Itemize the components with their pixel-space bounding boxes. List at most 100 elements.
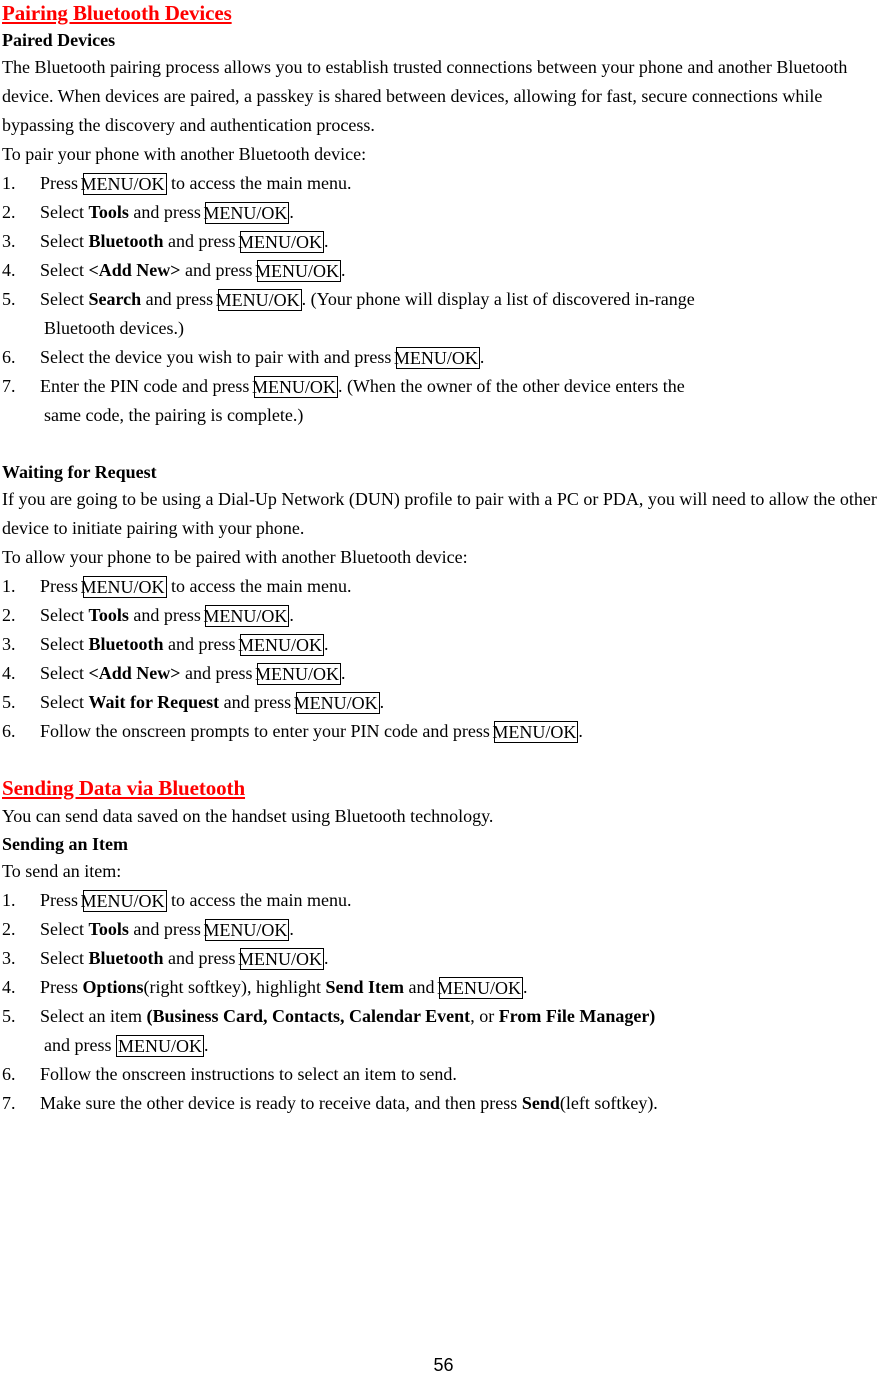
text-run: Select (40, 919, 89, 939)
text-run: , (470, 1006, 480, 1026)
list-item-number: 7. (2, 1093, 16, 1113)
list-item: 6. Select the device you wish to pair wit… (2, 343, 885, 372)
text-run: Select (40, 634, 89, 654)
list-item-text: Follow the onscreen prompts to enter you… (40, 717, 885, 746)
list-item-text: Press MENU/OK to access the main menu. (40, 886, 885, 915)
list-item: 7. Enter the PIN code and press MENU/OK. … (2, 372, 885, 401)
section-subheading: Paired Devices (2, 30, 116, 50)
key-badge-menu-ok[interactable]: MENU/OK (81, 576, 167, 598)
list-item: 6. Follow the onscreen instructions to se… (2, 1060, 885, 1089)
list-item-text: Select an item (Business Card, Contacts,… (40, 1002, 885, 1031)
text-run: . (323, 231, 329, 251)
text-run: . (203, 1035, 209, 1055)
key-badge-menu-ok[interactable]: MENU/OK (255, 260, 341, 282)
text-run: and (404, 977, 440, 997)
key-badge-menu-ok[interactable]: MENU/OK (255, 663, 341, 685)
page-content: Pairing Bluetooth Devices Paired Devices T… (2, 0, 885, 1118)
section-heading: Waiting for Request (2, 462, 157, 482)
text-run: to access the main menu. (166, 576, 352, 596)
text-run: Select (40, 260, 89, 280)
text-run: Select (40, 202, 89, 222)
instruction-list: 1. Press MENU/OK to access the main menu.… (2, 169, 885, 430)
text-run: . (479, 347, 485, 367)
list-item: 1. Press MENU/OK to access the main menu. (2, 886, 885, 915)
text-run: . (Your phone will display a list of dis… (301, 289, 695, 309)
section-heading: Sending Data via Bluetooth (2, 776, 246, 800)
emphasized-term: Tools (88, 919, 129, 939)
text-run: Press (40, 576, 83, 596)
key-badge-menu-ok[interactable]: MENU/OK (203, 202, 290, 224)
list-item: 5. Select Wait for Request and press MENU… (2, 688, 885, 717)
list-item-number: 5. (2, 1006, 16, 1026)
list-item-text: Press MENU/OK to access the main menu. (40, 169, 885, 198)
key-badge-menu-ok[interactable]: MENU/OK (115, 1035, 204, 1057)
text-run: Select (40, 289, 89, 309)
list-item-continuation: same code, the pairing is complete.) (44, 405, 304, 425)
list-item-number: 6. (2, 721, 16, 741)
key-badge-menu-ok[interactable]: MENU/OK (203, 919, 290, 941)
text-run: Press (40, 173, 83, 193)
text-run: (left softkey). (559, 1093, 658, 1113)
key-badge-menu-ok[interactable]: MENU/OK (81, 890, 167, 912)
list-item: 6. Follow the onscreen prompts to enter y… (2, 717, 885, 746)
key-badge-menu-ok[interactable]: MENU/OK (81, 173, 167, 195)
emphasized-term: (Business Card (146, 1006, 263, 1026)
list-item-number: 7. (2, 376, 16, 396)
list-item-number: 5. (2, 289, 16, 309)
emphasized-term: From File Manager) (498, 1006, 656, 1026)
text-run: Follow the onscreen prompts to enter you… (40, 721, 495, 741)
key-badge-menu-ok[interactable]: MENU/OK (238, 634, 324, 656)
text-run: . (289, 202, 294, 222)
list-item: 4. Select <Add New> and press MENU/OK. (2, 659, 885, 688)
text-run: . (When the owner of the other device en… (337, 376, 685, 396)
list-item-text: Select Search and press MENU/OK. (Your p… (40, 285, 885, 314)
key-badge-menu-ok[interactable]: MENU/OK (394, 347, 480, 369)
intro-paragraph: If you are going to be using a Dial-Up N… (2, 489, 877, 538)
section-heading: Pairing Bluetooth Devices (2, 1, 232, 25)
text-run: (right softkey), highlight (143, 977, 326, 997)
text-run: and press (163, 634, 240, 654)
text-run: . (289, 919, 294, 939)
section-subheading: Sending an Item (2, 834, 129, 854)
lead-in-text: To send an item: (2, 861, 122, 881)
list-item: 2. Select Tools and press MENU/OK. (2, 601, 885, 630)
list-item: 2. Select Tools and press MENU/OK. (2, 198, 885, 227)
list-item-number: 2. (2, 605, 16, 625)
list-item-number: 2. (2, 919, 16, 939)
key-badge-menu-ok[interactable]: MENU/OK (252, 376, 338, 398)
instruction-list: 1. Press MENU/OK to access the main menu.… (2, 886, 885, 1118)
key-badge-menu-ok[interactable]: MENU/OK (203, 605, 290, 627)
intro-paragraph: You can send data saved on the handset u… (2, 806, 494, 826)
intro-paragraph: The Bluetooth pairing process allows you… (2, 57, 848, 135)
emphasized-term: <Add New> (88, 663, 181, 683)
key-badge-menu-ok[interactable]: MENU/OK (238, 948, 324, 970)
list-item: 4. Press Options(right softkey), highligh… (2, 973, 885, 1002)
lead-in-text: To allow your phone to be paired with an… (2, 547, 468, 567)
text-run: . (341, 663, 346, 683)
list-item-number: 1. (2, 173, 16, 193)
text-run: Select an item (40, 1006, 147, 1026)
text-run: and press (219, 692, 296, 712)
text-run: . (323, 634, 329, 654)
key-badge-menu-ok[interactable]: MENU/OK (294, 692, 380, 714)
text-run: to access the main menu. (166, 173, 352, 193)
list-item-text: Select the device you wish to pair with … (40, 343, 885, 372)
instruction-list: 1. Press MENU/OK to access the main menu.… (2, 572, 885, 746)
emphasized-term: Send (521, 1093, 560, 1113)
emphasized-term: Wait for Request (88, 692, 220, 712)
list-item-number: 5. (2, 692, 16, 712)
list-item-number: 6. (2, 347, 16, 367)
text-run: and press (163, 231, 240, 251)
emphasized-term: Tools (88, 605, 129, 625)
list-item-text: Press Options(right softkey), highlight … (40, 973, 885, 1002)
key-badge-menu-ok[interactable]: MENU/OK (216, 289, 302, 311)
key-badge-menu-ok[interactable]: MENU/OK (492, 721, 579, 743)
key-badge-menu-ok[interactable]: MENU/OK (238, 231, 324, 253)
key-badge-menu-ok[interactable]: MENU/OK (437, 977, 524, 999)
text-run: and press (128, 605, 206, 625)
text-run: . (341, 260, 346, 280)
list-item-text: Select Tools and press MENU/OK. (40, 601, 885, 630)
text-run: Select (40, 948, 89, 968)
list-item-number: 2. (2, 202, 16, 222)
emphasized-term: Tools (88, 202, 129, 222)
